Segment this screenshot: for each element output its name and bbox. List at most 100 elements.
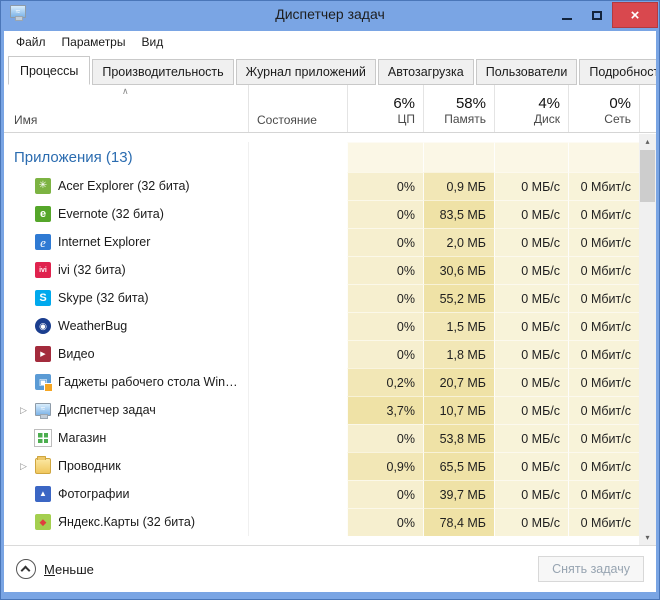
cpu-cell: [347, 142, 423, 172]
memory-cell: 65,5 МБ: [423, 452, 494, 480]
process-name: Гаджеты рабочего стола Wind...: [58, 375, 243, 389]
status-cell: [248, 172, 347, 200]
process-row[interactable]: e Evernote (32 бита) 0% 83,5 МБ 0 МБ/с 0 Мбит…: [4, 200, 639, 228]
video-app-icon: ▶: [35, 346, 51, 362]
expand-arrow-icon[interactable]: ▷: [20, 405, 35, 416]
network-cell: 0 Мбит/с: [568, 452, 639, 480]
expand-arrow-icon[interactable]: ▷: [20, 461, 35, 472]
column-header-cpu[interactable]: 6% ЦП: [347, 85, 423, 132]
column-header-name-label: Имя: [14, 113, 38, 127]
network-cell: 0 Мбит/с: [568, 368, 639, 396]
disk-cell: 0 МБ/с: [494, 368, 568, 396]
process-name: Проводник: [58, 459, 121, 473]
process-row[interactable]: e Internet Explorer 0% 2,0 МБ 0 МБ/с 0 Мбит/с: [4, 228, 639, 256]
memory-cell: [423, 142, 494, 172]
maximize-button[interactable]: [582, 2, 612, 28]
memory-cell: 20,7 МБ: [423, 368, 494, 396]
network-cell: 0 Мбит/с: [568, 228, 639, 256]
status-cell: [248, 340, 347, 368]
column-header-gap: [639, 85, 656, 132]
menu-options[interactable]: Параметры: [54, 32, 134, 52]
status-cell: [248, 480, 347, 508]
photos-icon: ▲: [35, 486, 51, 502]
status-cell: [248, 452, 347, 480]
process-name: Evernote (32 бита): [58, 207, 164, 221]
window-controls: ×: [552, 2, 658, 28]
network-cell: 0 Мбит/с: [568, 340, 639, 368]
tab-processes[interactable]: Процессы: [8, 56, 91, 85]
disk-cell: 0 МБ/с: [494, 396, 568, 424]
column-header-status[interactable]: Состояние: [248, 85, 347, 132]
column-header-row: ∧ Имя Состояние 6% ЦП 58% Память 4% Диск 0% Сет…: [4, 85, 656, 133]
cpu-cell: 0%: [347, 508, 423, 536]
memory-cell: 0,9 МБ: [423, 172, 494, 200]
status-cell: [248, 284, 347, 312]
tab-app-history[interactable]: Журнал приложений: [235, 59, 376, 85]
column-header-disk[interactable]: 4% Диск: [494, 85, 568, 132]
process-row[interactable]: ◆ Яндекс.Карты (32 бита) 0% 78,4 МБ 0 МБ/с 0 …: [4, 508, 639, 536]
yandex-maps-icon: ◆: [35, 514, 51, 530]
process-row[interactable]: ivi ivi (32 бита) 0% 30,6 МБ 0 МБ/с 0 Мбит/с: [4, 256, 639, 284]
network-cell: 0 Мбит/с: [568, 284, 639, 312]
process-row[interactable]: ▷ ≈ Диспетчер задач 3,7% 10,7 МБ 0 МБ/с 0 Мбит…: [4, 396, 639, 424]
process-list: Приложения (13) ✳ Acer Explorer (32 бита) 0…: [4, 134, 656, 545]
end-task-button[interactable]: Снять задачу: [538, 556, 644, 582]
process-name: Магазин: [58, 431, 107, 445]
disk-cell: 0 МБ/с: [494, 312, 568, 340]
column-header-network[interactable]: 0% Сеть: [568, 85, 639, 132]
fewer-details-button[interactable]: Меньше: [16, 559, 94, 579]
scrollbar-thumb[interactable]: [640, 150, 655, 202]
scroll-down-icon: ▾: [645, 533, 650, 542]
scroll-up-button[interactable]: ▴: [639, 134, 656, 149]
network-percent-value: 0%: [609, 95, 631, 112]
weatherbug-icon: ◉: [35, 318, 51, 334]
menu-file[interactable]: Файл: [8, 32, 54, 52]
process-row[interactable]: ◉ WeatherBug 0% 1,5 МБ 0 МБ/с 0 Мбит/с: [4, 312, 639, 340]
title-bar[interactable]: ≈ Диспетчер задач ×: [1, 1, 659, 31]
vertical-scrollbar[interactable]: ▴ ▾: [639, 134, 656, 545]
process-row[interactable]: ✳ Acer Explorer (32 бита) 0% 0,9 МБ 0 МБ/с 0 …: [4, 172, 639, 200]
fewer-details-label: Меньше: [44, 561, 94, 577]
task-manager-window: ≈ Диспетчер задач × Файл Параметры Вид Про…: [0, 0, 660, 600]
process-row[interactable]: Магазин 0% 53,8 МБ 0 МБ/с 0 Мбит/с: [4, 424, 639, 452]
internet-explorer-icon: e: [35, 234, 51, 250]
tab-startup[interactable]: Автозагрузка: [377, 59, 474, 85]
cpu-cell: 0%: [347, 256, 423, 284]
windows-store-icon: [35, 430, 51, 446]
disk-cell: 0 МБ/с: [494, 340, 568, 368]
status-cell: [248, 508, 347, 536]
process-group-header[interactable]: Приложения (13): [4, 142, 639, 172]
cpu-column-label: ЦП: [397, 112, 415, 126]
tab-strip: Процессы Производительность Журнал приложе…: [4, 53, 656, 85]
close-button[interactable]: ×: [612, 2, 658, 28]
memory-cell: 53,8 МБ: [423, 424, 494, 452]
disk-cell: 0 МБ/с: [494, 200, 568, 228]
process-row[interactable]: ▲ Фотографии 0% 39,7 МБ 0 МБ/с 0 Мбит/с: [4, 480, 639, 508]
menu-view[interactable]: Вид: [133, 32, 171, 52]
tab-performance[interactable]: Производительность: [92, 59, 234, 85]
column-header-name[interactable]: ∧ Имя: [4, 85, 248, 132]
network-column-label: Сеть: [604, 112, 631, 126]
menu-bar: Файл Параметры Вид: [4, 31, 656, 53]
tab-details[interactable]: Подробности: [579, 59, 656, 85]
scroll-down-button[interactable]: ▾: [639, 530, 656, 545]
process-row[interactable]: ▣ Гаджеты рабочего стола Wind... 0,2% 20,7 …: [4, 368, 639, 396]
memory-cell: 39,7 МБ: [423, 480, 494, 508]
process-row[interactable]: ▷ Проводник 0,9% 65,5 МБ 0 МБ/с 0 Мбит/с: [4, 452, 639, 480]
disk-cell: 0 МБ/с: [494, 508, 568, 536]
process-row[interactable]: ▶ Видео 0% 1,8 МБ 0 МБ/с 0 Мбит/с: [4, 340, 639, 368]
memory-cell: 55,2 МБ: [423, 284, 494, 312]
cpu-percent-value: 6%: [393, 95, 415, 112]
column-header-memory[interactable]: 58% Память: [423, 85, 494, 132]
disk-cell: 0 МБ/с: [494, 480, 568, 508]
tab-users[interactable]: Пользователи: [475, 59, 578, 85]
cpu-cell: 3,7%: [347, 396, 423, 424]
ivi-icon: ivi: [35, 262, 51, 278]
acer-explorer-icon: ✳: [35, 178, 51, 194]
disk-cell: 0 МБ/с: [494, 228, 568, 256]
minimize-button[interactable]: [552, 2, 582, 28]
process-name: ivi (32 бита): [58, 263, 126, 277]
process-row[interactable]: S Skype (32 бита) 0% 55,2 МБ 0 МБ/с 0 Мбит/с: [4, 284, 639, 312]
close-icon: ×: [630, 6, 640, 24]
cpu-cell: 0%: [347, 424, 423, 452]
